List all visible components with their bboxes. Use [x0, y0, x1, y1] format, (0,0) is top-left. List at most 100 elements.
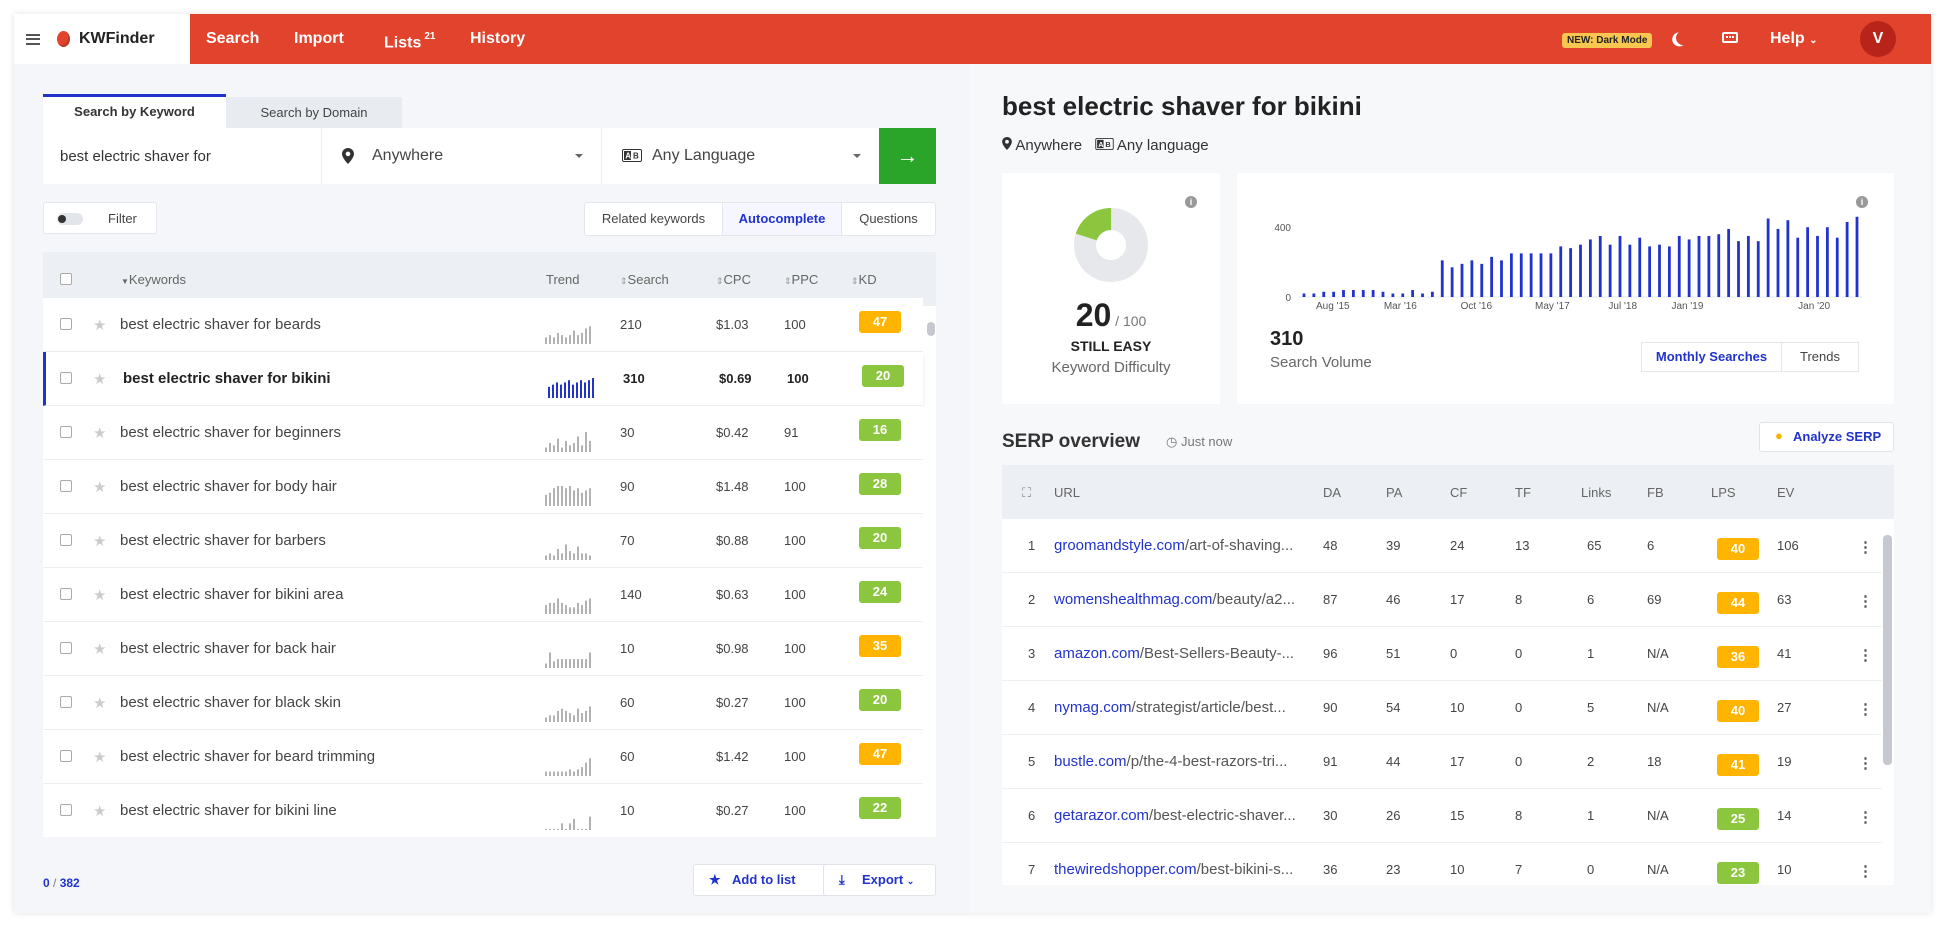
nav-search[interactable]: Search — [206, 14, 259, 64]
table-row[interactable]: ★ best electric shaver for beginners 30 $0.… — [43, 406, 923, 460]
star-icon[interactable]: ★ — [93, 640, 106, 658]
nav-lists[interactable]: Lists 21 — [384, 14, 435, 64]
col-ppc[interactable]: ⇕PPC — [784, 272, 818, 287]
scrollbar[interactable] — [927, 322, 935, 336]
pa-cell: 39 — [1386, 538, 1401, 553]
more-options-icon[interactable]: ⋮ — [1858, 862, 1873, 880]
tab-search-by-domain[interactable]: Search by Domain — [226, 97, 402, 128]
add-to-list-button[interactable]: ★ Add to list — [693, 864, 831, 896]
more-options-icon[interactable]: ⋮ — [1858, 592, 1873, 610]
serp-row[interactable]: 7 thewiredshopper.com/best-bikini-s... 36 2… — [1002, 843, 1882, 885]
table-row[interactable]: ★ best electric shaver for beard trimming… — [43, 730, 923, 784]
col-links[interactable]: Links — [1581, 485, 1611, 500]
serp-row[interactable]: 5 bustle.com/p/the-4-best-razors-tri... 91… — [1002, 735, 1882, 789]
menu-icon[interactable] — [26, 33, 40, 45]
star-icon[interactable]: ★ — [93, 586, 106, 604]
filter-toggle[interactable]: Filter — [43, 202, 157, 234]
serp-row[interactable]: 2 womenshealthmag.com/beauty/a2... 87 46 17 8… — [1002, 573, 1882, 627]
table-row[interactable]: ★ best electric shaver for black skin 60 $0… — [43, 676, 923, 730]
col-ev[interactable]: EV — [1777, 485, 1794, 500]
serp-row[interactable]: 4 nymag.com/strategist/article/best... 90 5… — [1002, 681, 1882, 735]
tab-questions[interactable]: Questions — [842, 203, 935, 235]
row-checkbox[interactable] — [60, 642, 72, 654]
url-link[interactable]: groomandstyle.com/art-of-shaving... — [1054, 537, 1309, 554]
star-icon[interactable]: ★ — [93, 802, 106, 820]
nav-import[interactable]: Import — [294, 14, 344, 64]
tab-trends[interactable]: Trends — [1782, 343, 1858, 371]
table-row[interactable]: ★ best electric shaver for back hair 10 $0.… — [43, 622, 923, 676]
col-tf[interactable]: TF — [1515, 485, 1531, 500]
star-icon[interactable]: ★ — [93, 424, 106, 442]
moon-icon[interactable] — [1674, 29, 1692, 47]
select-all-checkbox[interactable] — [60, 273, 72, 285]
table-row[interactable]: ★ best electric shaver for bikini area 140… — [43, 568, 923, 622]
keyboard-icon[interactable] — [1722, 32, 1738, 43]
row-checkbox[interactable] — [60, 588, 72, 600]
col-pa[interactable]: PA — [1386, 485, 1402, 500]
url-link[interactable]: nymag.com/strategist/article/best... — [1054, 699, 1309, 716]
more-options-icon[interactable]: ⋮ — [1858, 700, 1873, 718]
more-options-icon[interactable]: ⋮ — [1858, 754, 1873, 772]
url-link[interactable]: thewiredshopper.com/best-bikini-s... — [1054, 861, 1309, 878]
info-icon[interactable]: i — [1185, 196, 1197, 208]
more-options-icon[interactable]: ⋮ — [1858, 808, 1873, 826]
table-row[interactable]: ★ best electric shaver for bikini 310 $0.69… — [43, 352, 923, 406]
star-icon[interactable]: ★ — [93, 370, 106, 388]
star-icon[interactable]: ★ — [93, 694, 106, 712]
volume-bar — [1450, 267, 1454, 297]
serp-row[interactable]: 6 getarazor.com/best-electric-shaver... 30… — [1002, 789, 1882, 843]
more-options-icon[interactable]: ⋮ — [1858, 538, 1873, 556]
x-tick-label: May '17 — [1535, 301, 1570, 311]
more-options-icon[interactable]: ⋮ — [1858, 646, 1873, 664]
row-checkbox[interactable] — [60, 318, 72, 330]
analyze-serp-button[interactable]: ● Analyze SERP — [1759, 422, 1894, 452]
search-go-button[interactable]: → — [879, 128, 936, 184]
serp-row[interactable]: 1 groomandstyle.com/art-of-shaving... 48 39… — [1002, 519, 1882, 573]
sort-icon: ▼ — [121, 277, 129, 286]
col-keywords[interactable]: ▼Keywords — [121, 272, 186, 287]
row-checkbox[interactable] — [60, 426, 72, 438]
avatar[interactable]: V — [1860, 21, 1896, 57]
language-select[interactable]: AB Any Language — [601, 128, 879, 184]
url-link[interactable]: getarazor.com/best-electric-shaver... — [1054, 807, 1309, 824]
star-icon[interactable]: ★ — [93, 748, 106, 766]
row-checkbox[interactable] — [60, 696, 72, 708]
table-row[interactable]: ★ best electric shaver for bikini line 10 $… — [43, 784, 923, 837]
table-row[interactable]: ★ best electric shaver for beards 210 $1.03… — [43, 298, 923, 352]
scrollbar[interactable] — [1883, 535, 1892, 765]
col-lps[interactable]: LPS — [1711, 485, 1736, 500]
row-checkbox[interactable] — [60, 372, 72, 384]
table-row[interactable]: ★ best electric shaver for body hair 90 $1.… — [43, 460, 923, 514]
row-checkbox[interactable] — [60, 750, 72, 762]
col-cpc[interactable]: ⇕CPC — [716, 272, 751, 287]
tab-autocomplete[interactable]: Autocomplete — [723, 203, 842, 235]
star-icon[interactable]: ★ — [93, 532, 106, 550]
star-icon[interactable]: ★ — [93, 316, 106, 334]
row-checkbox[interactable] — [60, 480, 72, 492]
table-row[interactable]: ★ best electric shaver for barbers 70 $0.88… — [43, 514, 923, 568]
row-checkbox[interactable] — [60, 804, 72, 816]
tab-search-by-keyword[interactable]: Search by Keyword — [43, 94, 226, 128]
url-link[interactable]: womenshealthmag.com/beauty/a2... — [1054, 591, 1309, 608]
star-icon[interactable]: ★ — [93, 478, 106, 496]
serp-row[interactable]: 3 amazon.com/Best-Sellers-Beauty-... 96 51 0… — [1002, 627, 1882, 681]
col-kd[interactable]: ⇕KD — [851, 272, 877, 287]
tab-monthly-searches[interactable]: Monthly Searches — [1642, 343, 1782, 371]
url-link[interactable]: bustle.com/p/the-4-best-razors-tri... — [1054, 753, 1309, 770]
export-button[interactable]: ⤓ Export ⌄ — [823, 864, 936, 896]
col-search[interactable]: ⇕Search — [620, 272, 669, 287]
row-checkbox[interactable] — [60, 534, 72, 546]
tab-related-keywords[interactable]: Related keywords — [585, 203, 723, 235]
dark-mode-badge[interactable]: NEW: Dark Mode — [1562, 33, 1653, 48]
location-select[interactable]: Anywhere — [321, 128, 601, 184]
toggle-switch[interactable] — [57, 213, 83, 225]
col-fb[interactable]: FB — [1647, 485, 1664, 500]
url-link[interactable]: amazon.com/Best-Sellers-Beauty-... — [1054, 645, 1309, 662]
col-da[interactable]: DA — [1323, 485, 1341, 500]
col-cf[interactable]: CF — [1450, 485, 1467, 500]
keyword-input[interactable] — [43, 128, 321, 184]
help-menu[interactable]: Help ⌄ — [1770, 14, 1818, 66]
ppc-cell: 100 — [784, 695, 806, 710]
nav-history[interactable]: History — [470, 14, 525, 64]
expand-icon[interactable]: ⛶ — [1022, 485, 1031, 501]
